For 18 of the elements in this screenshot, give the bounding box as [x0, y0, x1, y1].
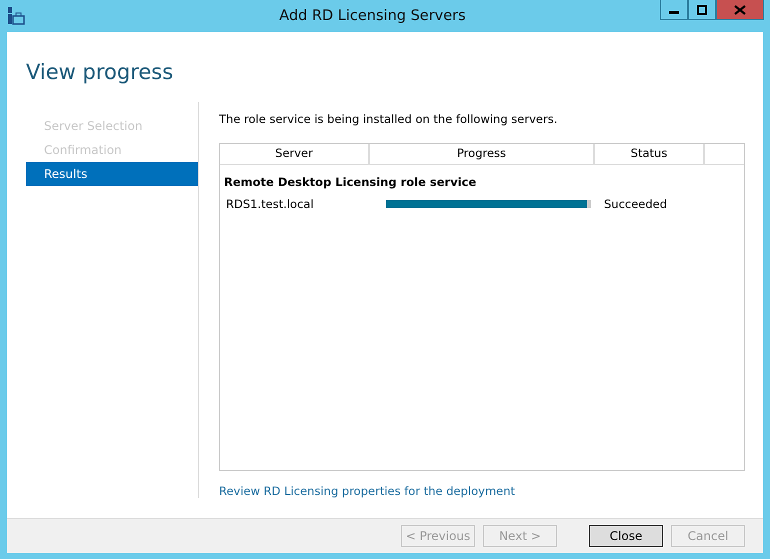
column-header[interactable]: Server [220, 144, 370, 164]
app-icon [7, 6, 25, 26]
properties-link[interactable]: Review RD Licensing properties for the deployment [219, 484, 516, 498]
status-text: Succeeded [603, 197, 668, 211]
window-title: Add RD Licensing Servers [278, 8, 467, 24]
minimize-button[interactable] [660, 0, 688, 20]
column-header[interactable]: Progress [370, 144, 595, 164]
close-icon [734, 4, 746, 14]
group-title: Remote Desktop Licensing role service [223, 174, 478, 191]
close-button[interactable] [716, 0, 764, 20]
minimize-icon [669, 11, 679, 14]
maximize-icon [697, 4, 707, 14]
column-header[interactable]: Status [595, 144, 705, 164]
server-name: RDS1.test.local [226, 197, 315, 211]
page-heading: View progress [26, 60, 174, 86]
intro-text: The role service is being installed on the following servers. [219, 112, 558, 126]
wizard-button[interactable]: Close [589, 525, 663, 547]
wizard-step[interactable]: Results [26, 162, 198, 186]
